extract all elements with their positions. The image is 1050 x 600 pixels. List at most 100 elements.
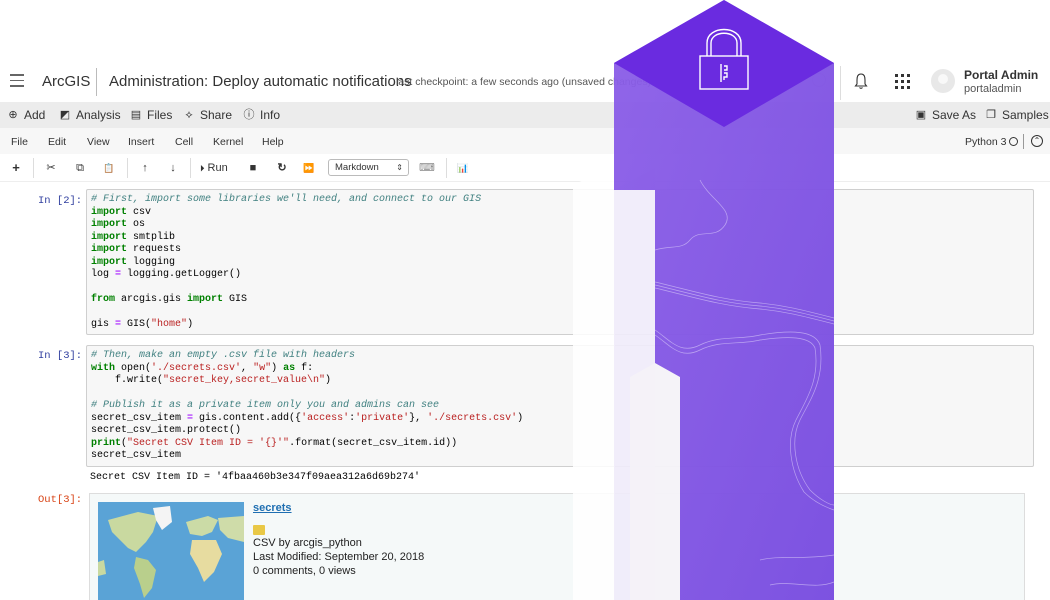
- fast-forward-icon[interactable]: ⏩: [302, 160, 316, 176]
- code-token: "Secret CSV Item ID = '{}'": [127, 437, 290, 449]
- code-token: import: [91, 244, 128, 255]
- cut-icon[interactable]: ✂: [44, 160, 58, 176]
- code-token: ): [325, 375, 332, 386]
- code-token: ): [187, 319, 194, 330]
- brand-logo[interactable]: ArcGIS: [42, 73, 90, 90]
- paste-icon[interactable]: 📋: [102, 160, 116, 176]
- code-token: ,: [241, 362, 254, 374]
- code-line: from arcgis.gis import GIS: [91, 294, 481, 307]
- item-type-owner: CSV by arcgis_python: [253, 537, 362, 549]
- code-token: open(: [115, 362, 152, 374]
- restart-icon[interactable]: ↻: [275, 160, 289, 176]
- collapse-header-button[interactable]: ⌃: [1031, 135, 1043, 147]
- run-button[interactable]: ⏵ Run: [200, 160, 234, 176]
- output-prompt: Out[3]:: [38, 494, 83, 506]
- divider: [96, 68, 97, 96]
- search-icon[interactable]: [812, 73, 826, 87]
- share-button[interactable]: ⟡ Share: [183, 108, 232, 122]
- menu-cell[interactable]: Cell: [175, 136, 193, 148]
- code-token: import: [187, 294, 224, 305]
- divider: [446, 158, 447, 178]
- code-line: with open('./secrets.csv', "w") as f:: [91, 363, 523, 376]
- avatar[interactable]: [931, 69, 955, 93]
- chart-icon[interactable]: 📊: [456, 160, 470, 176]
- select-arrows-icon: ⇕: [396, 163, 403, 172]
- code-line: import requests: [91, 244, 481, 257]
- item-stats: 0 comments, 0 views: [253, 565, 356, 577]
- cell-type-value: Markdown: [335, 162, 379, 173]
- insert-cell-button[interactable]: +: [10, 160, 22, 176]
- item-title-link[interactable]: secrets: [253, 502, 292, 514]
- analysis-label: Analysis: [76, 108, 121, 122]
- user-name[interactable]: Portal Admin: [964, 68, 1038, 82]
- divider: [840, 66, 841, 100]
- code-token: GIS(: [121, 319, 152, 330]
- cell-type-select[interactable]: Markdown ⇕: [328, 159, 409, 176]
- files-icon: ▤: [130, 109, 142, 121]
- cell-stdout: Secret CSV Item ID = '4fbaa460b3e347f09a…: [90, 472, 421, 483]
- code-line: log = logging.getLogger(): [91, 269, 481, 282]
- code-token: GIS: [223, 294, 248, 305]
- item-card-output: secrets CSV by arcgis_python Last Modifi…: [89, 493, 1025, 600]
- code-token: logging.getLogger(): [121, 269, 242, 280]
- menu-view[interactable]: View: [87, 136, 110, 148]
- save-icon: ▣: [915, 109, 927, 121]
- code-token: os: [127, 219, 146, 230]
- code-editor[interactable]: # First, import some libraries we'll nee…: [91, 194, 481, 332]
- code-token: "home": [151, 319, 188, 330]
- code-line: import smtplib: [91, 232, 481, 245]
- notebook-title[interactable]: Administration: Deploy automatic notific…: [109, 73, 412, 90]
- code-line: secret_csv_item.protect(): [91, 425, 523, 438]
- share-label: Share: [200, 108, 233, 122]
- menu-bar: File Edit View Insert Cell Kernel Help P…: [0, 128, 1050, 154]
- hamburger-menu-icon[interactable]: [10, 74, 24, 88]
- analysis-button[interactable]: ◩ Analysis: [59, 108, 121, 122]
- code-token: ): [271, 362, 284, 374]
- checkpoint-status: last checkpoint: a few seconds ago (unsa…: [396, 76, 652, 88]
- code-line: f.write("secret_key,secret_value\n"): [91, 375, 523, 388]
- item-thumbnail-map[interactable]: [98, 502, 244, 600]
- add-button[interactable]: ⊕ Add: [7, 108, 45, 122]
- code-token: import: [91, 219, 128, 230]
- stop-icon[interactable]: ■: [247, 160, 259, 176]
- divider: [33, 158, 34, 178]
- app-launcher-icon[interactable]: [895, 74, 910, 89]
- code-editor[interactable]: # Then, make an empty .csv file with hea…: [91, 350, 523, 463]
- cell-prompt: In [3]:: [38, 350, 83, 362]
- screen: ArcGIS Administration: Deploy automatic …: [0, 0, 1050, 600]
- menu-file[interactable]: File: [11, 136, 28, 148]
- menu-kernel[interactable]: Kernel: [213, 136, 243, 148]
- code-line: secret_csv_item: [91, 450, 523, 463]
- notifications-bell-icon[interactable]: [853, 72, 869, 90]
- code-token: f:: [295, 362, 314, 374]
- move-up-icon[interactable]: ↑: [138, 160, 152, 176]
- menu-edit[interactable]: Edit: [48, 136, 66, 148]
- menu-help[interactable]: Help: [262, 136, 284, 148]
- code-token: arcgis.gis: [115, 294, 188, 305]
- code-line: gis = GIS("home"): [91, 319, 481, 332]
- run-icon: ⏵: [200, 163, 205, 173]
- info-button[interactable]: ⓘ Info: [243, 108, 281, 122]
- save-as-button[interactable]: ▣ Save As: [915, 108, 976, 122]
- add-icon: ⊕: [8, 109, 18, 121]
- keyboard-icon[interactable]: ⌨: [419, 160, 435, 176]
- files-button[interactable]: ▤ Files: [130, 108, 173, 122]
- copy-icon[interactable]: ⧉: [73, 160, 87, 176]
- code-token: ): [517, 412, 524, 424]
- code-token: "secret_key,secret_value\n": [163, 375, 326, 386]
- code-cell[interactable]: # First, import some libraries we'll nee…: [86, 189, 1034, 335]
- code-token: 'private': [355, 412, 410, 424]
- info-icon: ⓘ: [243, 109, 255, 121]
- code-token: logging: [127, 256, 176, 268]
- samples-label: Samples: [1002, 108, 1049, 122]
- code-token: import: [91, 231, 128, 243]
- menu-insert[interactable]: Insert: [128, 136, 154, 148]
- notebook-toolbar: + ✂ ⧉ 📋 ↑ ↓ ⏵ Run ■ ↻ ⏩ Markdown ⇕ ⌨ 📊: [0, 154, 1050, 182]
- samples-button[interactable]: ❐ Samples: [985, 108, 1049, 122]
- code-token: with: [91, 362, 116, 374]
- code-token: requests: [127, 244, 182, 255]
- code-cell[interactable]: # Then, make an empty .csv file with hea…: [86, 345, 1034, 467]
- world-map-thumbnail: [98, 502, 244, 600]
- move-down-icon[interactable]: ↓: [166, 160, 180, 176]
